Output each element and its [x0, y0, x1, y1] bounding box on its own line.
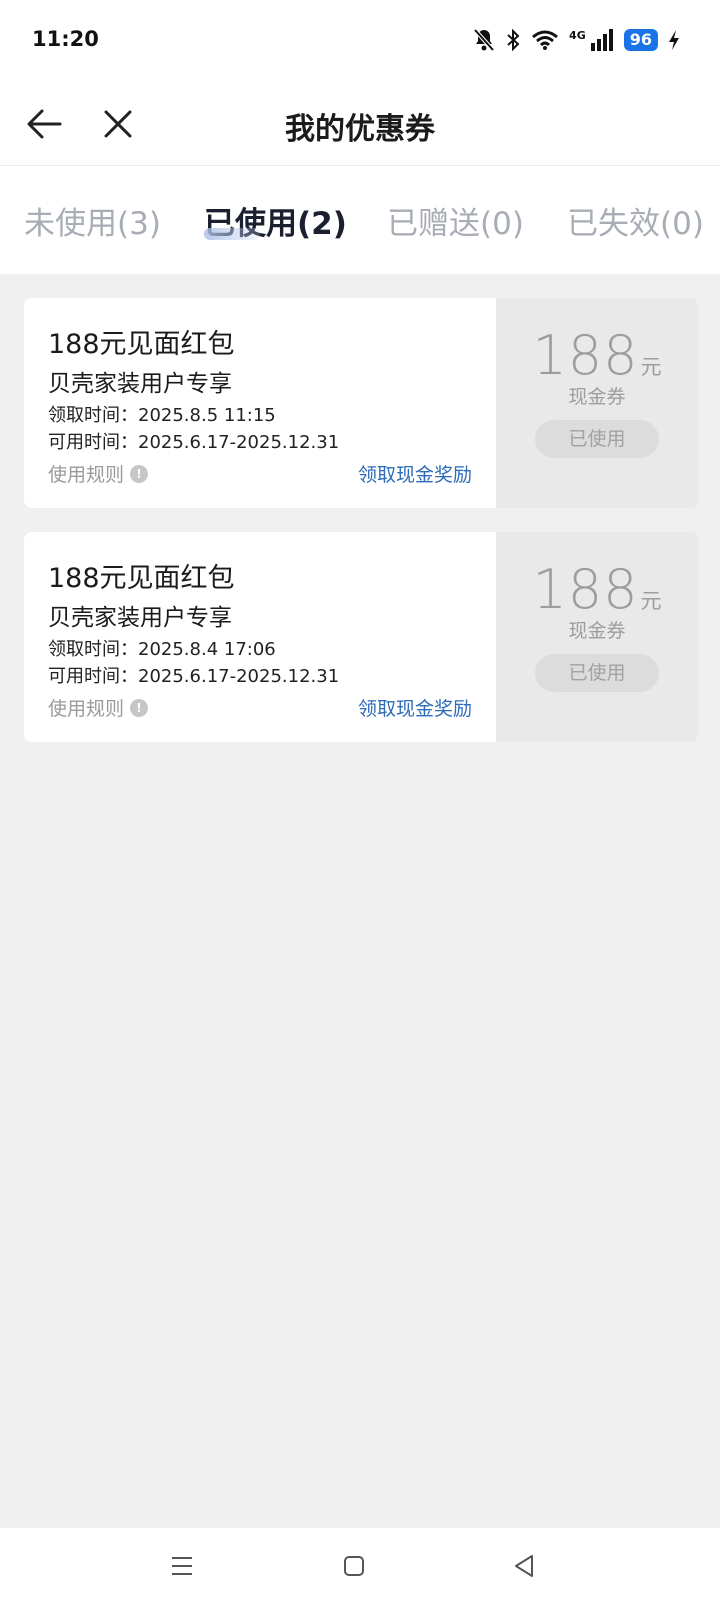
usage-rules-label: 使用规则 [48, 464, 125, 486]
signal-icon [590, 29, 613, 51]
coupon-unit: 元 [640, 355, 662, 379]
usage-rules-link[interactable]: 使用规则 ! [48, 460, 149, 487]
coupon-amount-block: 188元 [496, 558, 698, 621]
coupon-subtitle: 贝壳家装用户专享 [48, 605, 232, 631]
claim-cash-reward-link[interactable]: 领取现金奖励 [358, 460, 472, 487]
coupon-amount: 188 [532, 324, 639, 387]
close-icon[interactable] [98, 104, 138, 144]
network-label: 4G [569, 28, 586, 42]
coupon-status-badge: 已使用 [535, 654, 659, 692]
coupon-subtitle: 贝壳家装用户专享 [48, 371, 232, 397]
bell-off-icon [473, 28, 495, 52]
usage-rules-link[interactable]: 使用规则 ! [48, 694, 149, 721]
coupon-status-badge: 已使用 [535, 420, 659, 458]
coupon-type: 现金券 [568, 386, 626, 408]
system-navigation-bar [0, 1528, 720, 1604]
coupon-amount-block: 188元 [496, 324, 698, 387]
charging-icon [669, 30, 679, 50]
coupon-name: 188元见面红包 [48, 563, 235, 594]
status-icons: 4G 96 [473, 26, 680, 54]
coupon-received-time: 领取时间：2025.8.5 11:15 [48, 405, 276, 426]
coupon-received-time: 领取时间：2025.8.4 17:06 [48, 639, 276, 660]
tab-expired[interactable]: 已失效(0) [567, 198, 704, 243]
coupon-tabs: 未使用(3) 已使用(2) 已赠送(0) 已失效(0) [0, 166, 720, 274]
info-icon: ! [130, 464, 149, 483]
coupon-value-panel: 188元 现金券 已使用 [496, 298, 698, 508]
coupon-details: 188元见面红包 贝壳家装用户专享 领取时间：2025.8.4 17:06 可用… [24, 532, 496, 742]
coupon-type: 现金券 [568, 620, 626, 642]
coupon-valid-time: 可用时间：2025.6.17-2025.12.31 [48, 432, 340, 453]
coupon-valid-time: 可用时间：2025.6.17-2025.12.31 [48, 666, 340, 687]
status-bar: 11:20 4G 96 [0, 0, 720, 80]
wifi-icon [532, 30, 559, 50]
coupon-name: 188元见面红包 [48, 329, 235, 360]
info-icon: ! [130, 698, 149, 717]
home-icon[interactable] [338, 1550, 370, 1582]
tab-unused[interactable]: 未使用(3) [24, 198, 161, 243]
coupon-value-panel: 188元 现金券 已使用 [496, 532, 698, 742]
coupon-details: 188元见面红包 贝壳家装用户专享 领取时间：2025.8.5 11:15 可用… [24, 298, 496, 508]
battery-level: 96 [623, 29, 658, 51]
status-time: 11:20 [32, 27, 99, 51]
claim-cash-reward-link[interactable]: 领取现金奖励 [358, 694, 472, 721]
coupon-unit: 元 [640, 589, 662, 613]
menu-icon[interactable] [166, 1550, 198, 1582]
coupon-card[interactable]: 188元见面红包 贝壳家装用户专享 领取时间：2025.8.4 17:06 可用… [24, 532, 698, 742]
back-icon[interactable] [508, 1550, 540, 1582]
back-arrow-icon[interactable] [24, 104, 64, 144]
usage-rules-label: 使用规则 [48, 698, 125, 720]
active-tab-indicator [204, 228, 260, 240]
coupon-card[interactable]: 188元见面红包 贝壳家装用户专享 领取时间：2025.8.5 11:15 可用… [24, 298, 698, 508]
coupon-amount: 188 [532, 558, 639, 621]
tab-gifted[interactable]: 已赠送(0) [387, 198, 524, 243]
bluetooth-icon [507, 28, 520, 52]
navigation-bar: 我的优惠券 [0, 80, 720, 166]
